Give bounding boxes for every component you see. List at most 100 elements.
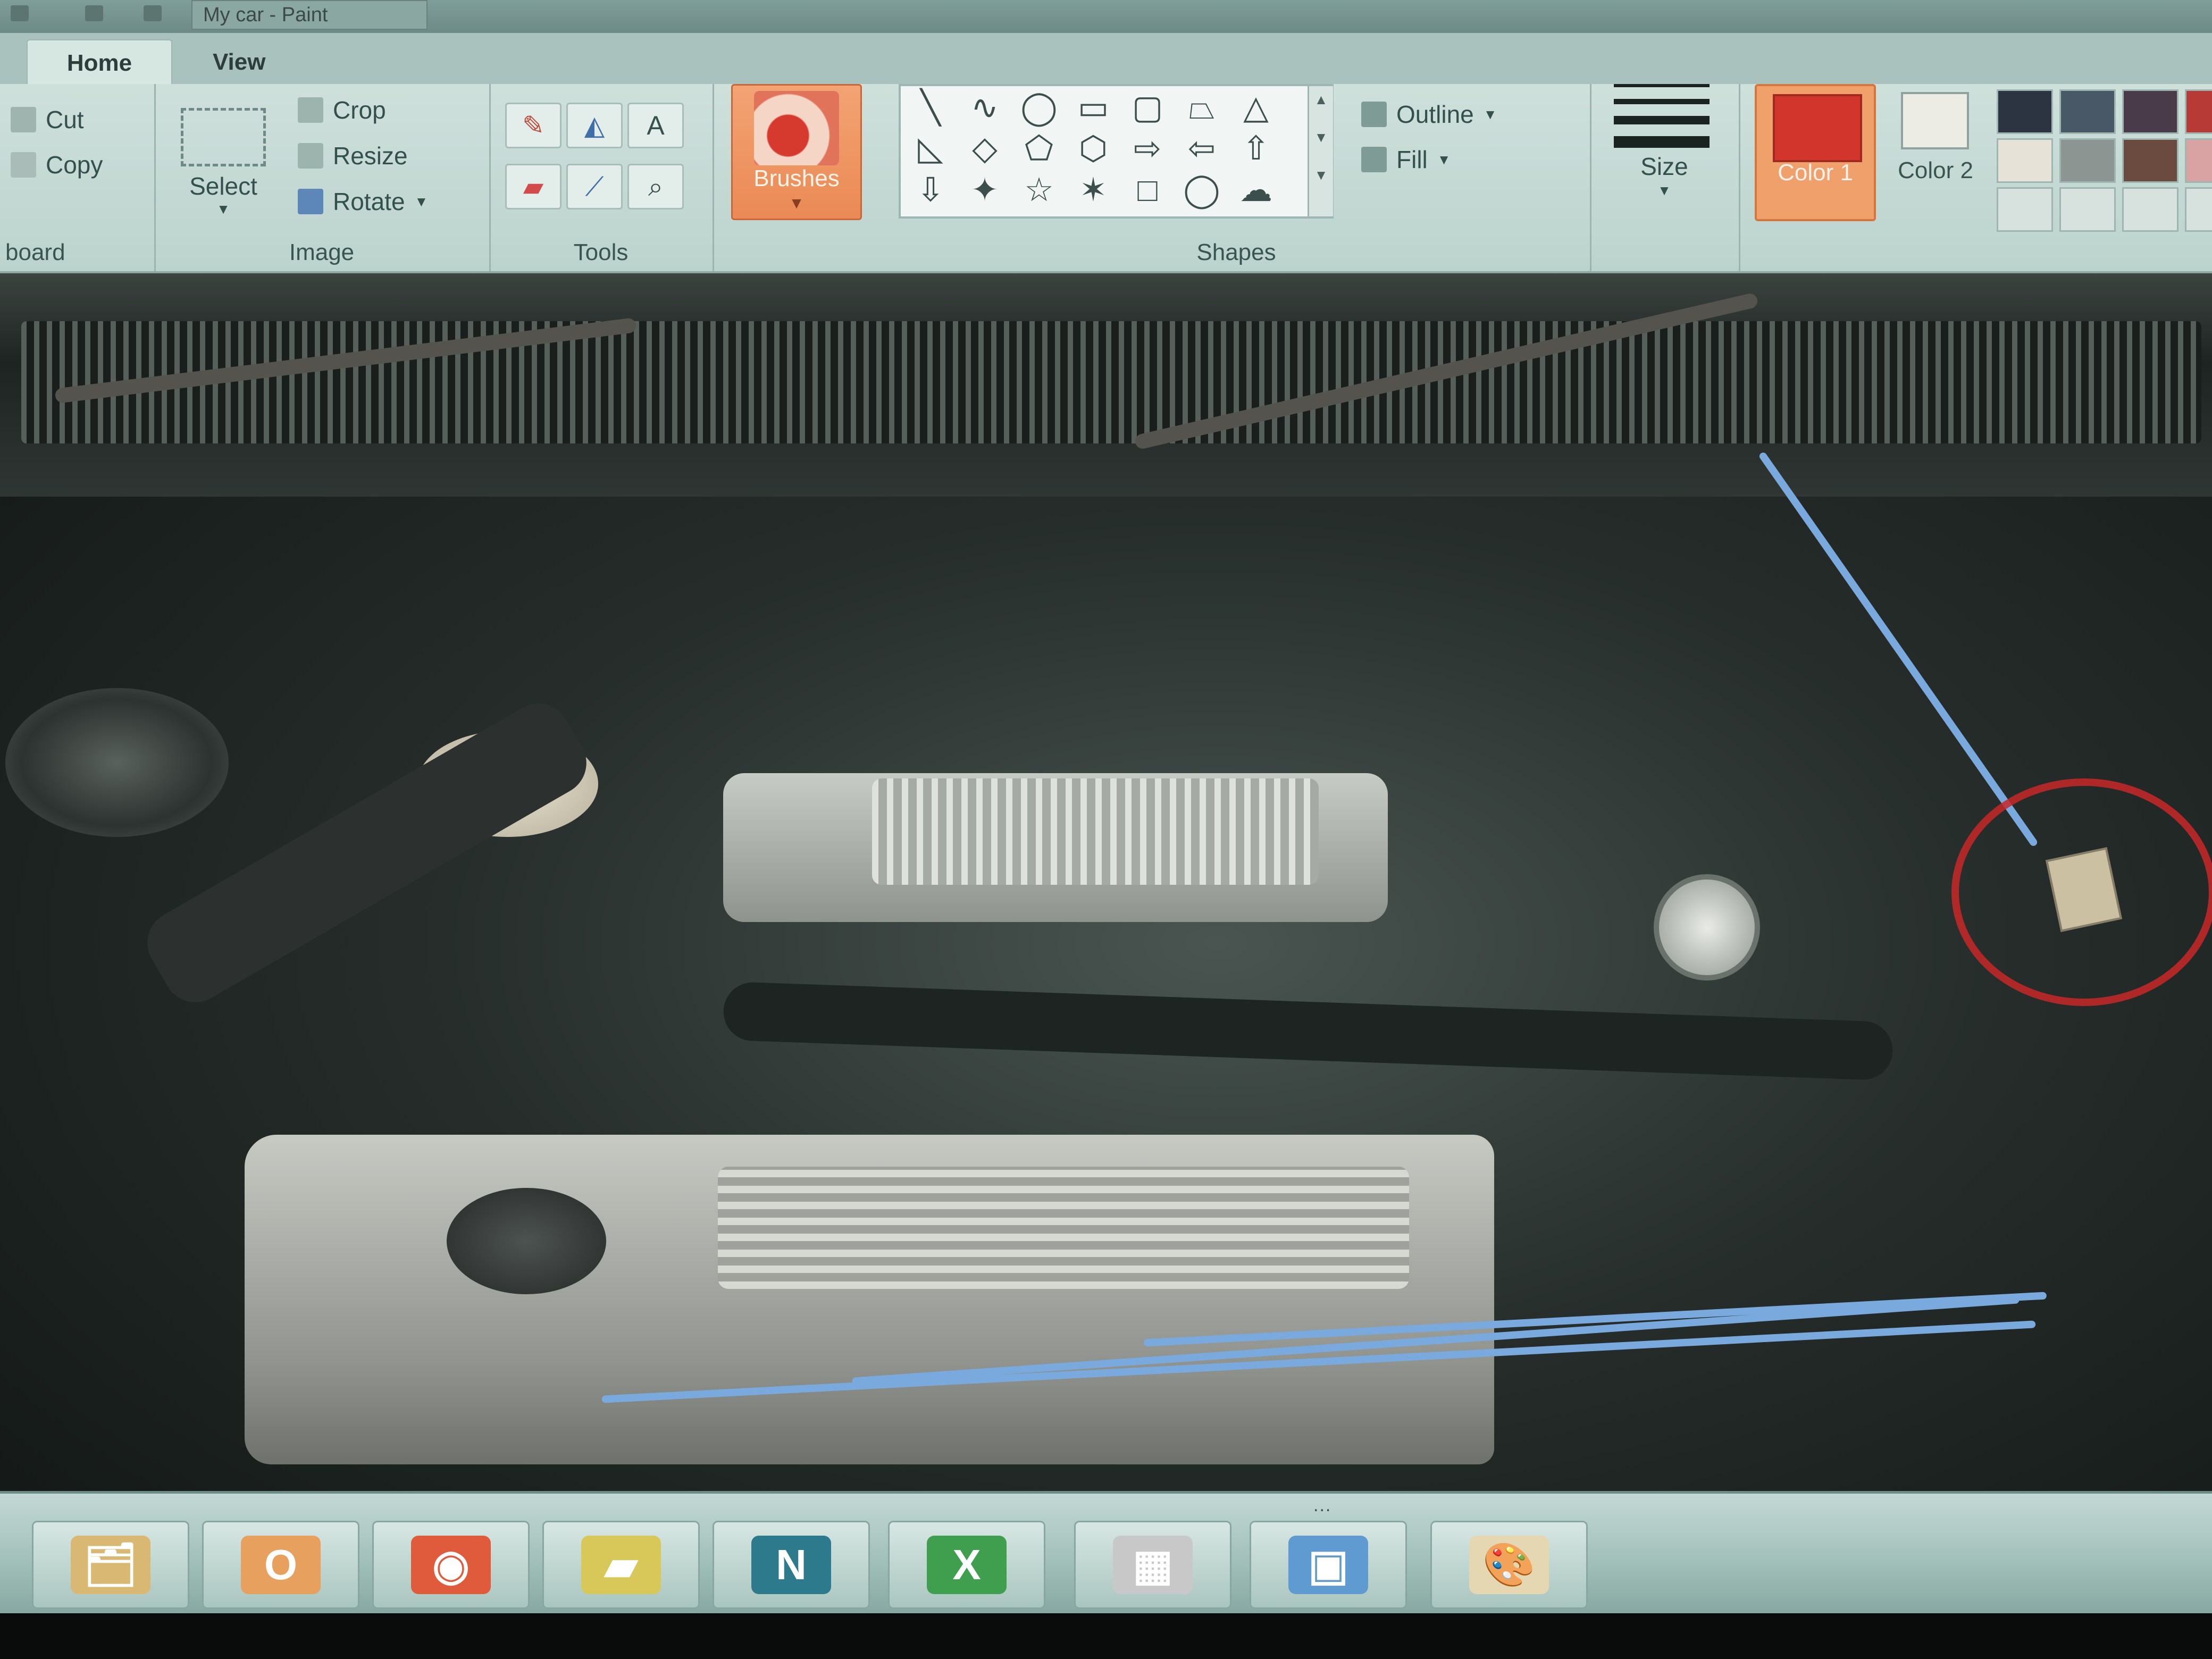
image-group: Select ▼ Crop Resize Rotate ▼ Image	[154, 84, 491, 271]
outline-button[interactable]: Outline ▼	[1361, 100, 1497, 129]
brush-icon	[754, 91, 839, 165]
size-button[interactable]: Size ▼	[1606, 84, 1723, 222]
chevron-down-icon: ▼	[1657, 182, 1671, 198]
vacuum-line	[1758, 451, 2039, 848]
magnifier-icon[interactable]: ⌕	[627, 164, 684, 210]
rotate-button[interactable]: Rotate ▼	[298, 187, 428, 216]
diamond-shape-icon[interactable]: ◇	[960, 130, 1009, 168]
taskbar-button[interactable]: ▦	[1074, 1521, 1231, 1609]
triangle-shape-icon[interactable]: △	[1231, 89, 1280, 127]
four-point-star-shape-icon[interactable]: ✦	[960, 171, 1009, 210]
text-icon[interactable]: A	[627, 103, 684, 148]
right-triangle-shape-icon[interactable]: ◺	[906, 130, 955, 168]
tools-group-label: Tools	[573, 239, 629, 265]
drawing-canvas[interactable]	[0, 273, 2212, 1491]
palette-swatch[interactable]	[2185, 89, 2212, 134]
taskbar-button[interactable]: ◉	[372, 1521, 530, 1609]
chevron-down-icon: ▼	[1483, 106, 1497, 122]
up-arrow-shape-icon[interactable]: ⇧	[1231, 130, 1280, 168]
copy-icon	[11, 152, 36, 178]
image-group-label: Image	[289, 239, 355, 265]
expand-gallery-icon[interactable]: ▼	[1309, 167, 1333, 183]
cut-button[interactable]: Cut	[11, 105, 84, 134]
taskbar-grip[interactable]: ...	[1313, 1495, 1331, 1516]
palette-swatch[interactable]	[1997, 187, 2053, 232]
taskbar-button[interactable]: 🗂	[32, 1521, 189, 1609]
netscape-icon: N	[751, 1536, 831, 1594]
undo-icon[interactable]	[85, 5, 103, 21]
hexagon-shape-icon[interactable]: ⬡	[1069, 130, 1118, 168]
left-arrow-shape-icon[interactable]: ⇦	[1177, 130, 1226, 168]
paint-icon: 🎨	[1469, 1536, 1549, 1594]
rectangle-shape-icon[interactable]: ▭	[1069, 89, 1118, 127]
scroll-up-icon[interactable]: ▲	[1309, 91, 1333, 108]
pressure-gauge	[1654, 874, 1760, 981]
brushes-button[interactable]: Brushes ▼	[731, 84, 862, 220]
fill-button[interactable]: Fill ▼	[1361, 145, 1451, 174]
shapes-gallery[interactable]: ╲ ∿ ◯ ▭ ▢ ⏢ △ ◺ ◇ ⬠ ⬡ ⇨ ⇦ ⇧ ⇩ ✦ ☆ ✶ □ ◯ …	[899, 84, 1334, 219]
palette-swatch[interactable]	[2185, 138, 2212, 183]
resize-button[interactable]: Resize	[298, 141, 408, 170]
window-title: My car - Paint	[191, 0, 428, 30]
palette-swatch[interactable]	[2059, 138, 2116, 183]
clipboard-group-label: board	[5, 239, 65, 265]
palette-swatch[interactable]	[2122, 89, 2179, 134]
copy-button[interactable]: Copy	[11, 150, 103, 179]
dropdown-icon[interactable]	[144, 5, 162, 21]
taskbar-button[interactable]: N	[713, 1521, 870, 1609]
manifold-fins	[872, 778, 1319, 885]
palette-swatch[interactable]	[2185, 187, 2212, 232]
line-shape-icon[interactable]: ╲	[906, 89, 955, 127]
polygon-shape-icon[interactable]: ⏢	[1177, 89, 1226, 127]
palette-swatch[interactable]	[2059, 89, 2116, 134]
fill-bucket-icon[interactable]: ◭	[566, 103, 623, 148]
rounded-rectangle-shape-icon[interactable]: ▢	[1123, 89, 1172, 127]
six-point-star-shape-icon[interactable]: ✶	[1069, 171, 1118, 210]
paint-menu-icon[interactable]	[11, 5, 29, 21]
color2-button[interactable]: Color 2	[1882, 84, 1989, 217]
quick-access-toolbar[interactable]	[0, 0, 191, 33]
ribbon-tabs: Home View	[0, 33, 2212, 86]
palette-swatch[interactable]	[2122, 187, 2179, 232]
callout-rect-shape-icon[interactable]: □	[1123, 171, 1172, 210]
red-circle-annotation	[1951, 778, 2212, 1006]
scissors-icon	[11, 107, 36, 132]
taskbar-button[interactable]: O	[202, 1521, 359, 1609]
pencil-icon[interactable]: ✎	[505, 103, 562, 148]
shapes-scrollbar[interactable]: ▲ ▼ ▼	[1308, 86, 1333, 216]
right-arrow-shape-icon[interactable]: ⇨	[1123, 130, 1172, 168]
taskbar-button[interactable]: X	[888, 1521, 1045, 1609]
palette-swatch[interactable]	[2122, 138, 2179, 183]
excel-icon: X	[927, 1536, 1007, 1594]
taskbar-button[interactable]: 🎨	[1430, 1521, 1588, 1609]
callout-oval-shape-icon[interactable]: ◯	[1177, 171, 1226, 210]
oval-shape-icon[interactable]: ◯	[1015, 89, 1063, 127]
select-icon	[181, 108, 266, 166]
color-picker-icon[interactable]: ⟋	[566, 164, 623, 210]
select-button[interactable]: Select ▼	[181, 105, 266, 217]
down-arrow-shape-icon[interactable]: ⇩	[906, 171, 955, 210]
color2-label: Color 2	[1898, 157, 1973, 183]
size-label: Size	[1640, 153, 1688, 180]
callout-cloud-shape-icon[interactable]: ☁	[1231, 171, 1280, 210]
pentagon-shape-icon[interactable]: ⬠	[1015, 130, 1063, 168]
color1-button[interactable]: Color 1	[1755, 84, 1876, 221]
palette-swatch[interactable]	[1997, 89, 2053, 134]
file-explorer-icon: 🗂	[71, 1536, 150, 1594]
chevron-down-icon: ▼	[216, 201, 230, 217]
tab-home[interactable]: Home	[27, 39, 172, 86]
scroll-down-icon[interactable]: ▼	[1309, 129, 1333, 146]
crop-button[interactable]: Crop	[298, 96, 386, 124]
five-point-star-shape-icon[interactable]: ☆	[1015, 171, 1063, 210]
palette-swatch[interactable]	[1997, 138, 2053, 183]
taskbar-button[interactable]: ▰	[542, 1521, 700, 1609]
palette-swatch[interactable]	[2059, 187, 2116, 232]
cowl-grille	[21, 321, 2201, 443]
eraser-icon[interactable]: ▰	[505, 164, 562, 210]
tab-view[interactable]: View	[213, 39, 287, 85]
chevron-down-icon: ▼	[414, 193, 429, 210]
curve-shape-icon[interactable]: ∿	[960, 89, 1009, 127]
outlook-icon: O	[241, 1536, 321, 1594]
heater-hose	[722, 981, 1894, 1081]
taskbar-button[interactable]: ▣	[1250, 1521, 1407, 1609]
